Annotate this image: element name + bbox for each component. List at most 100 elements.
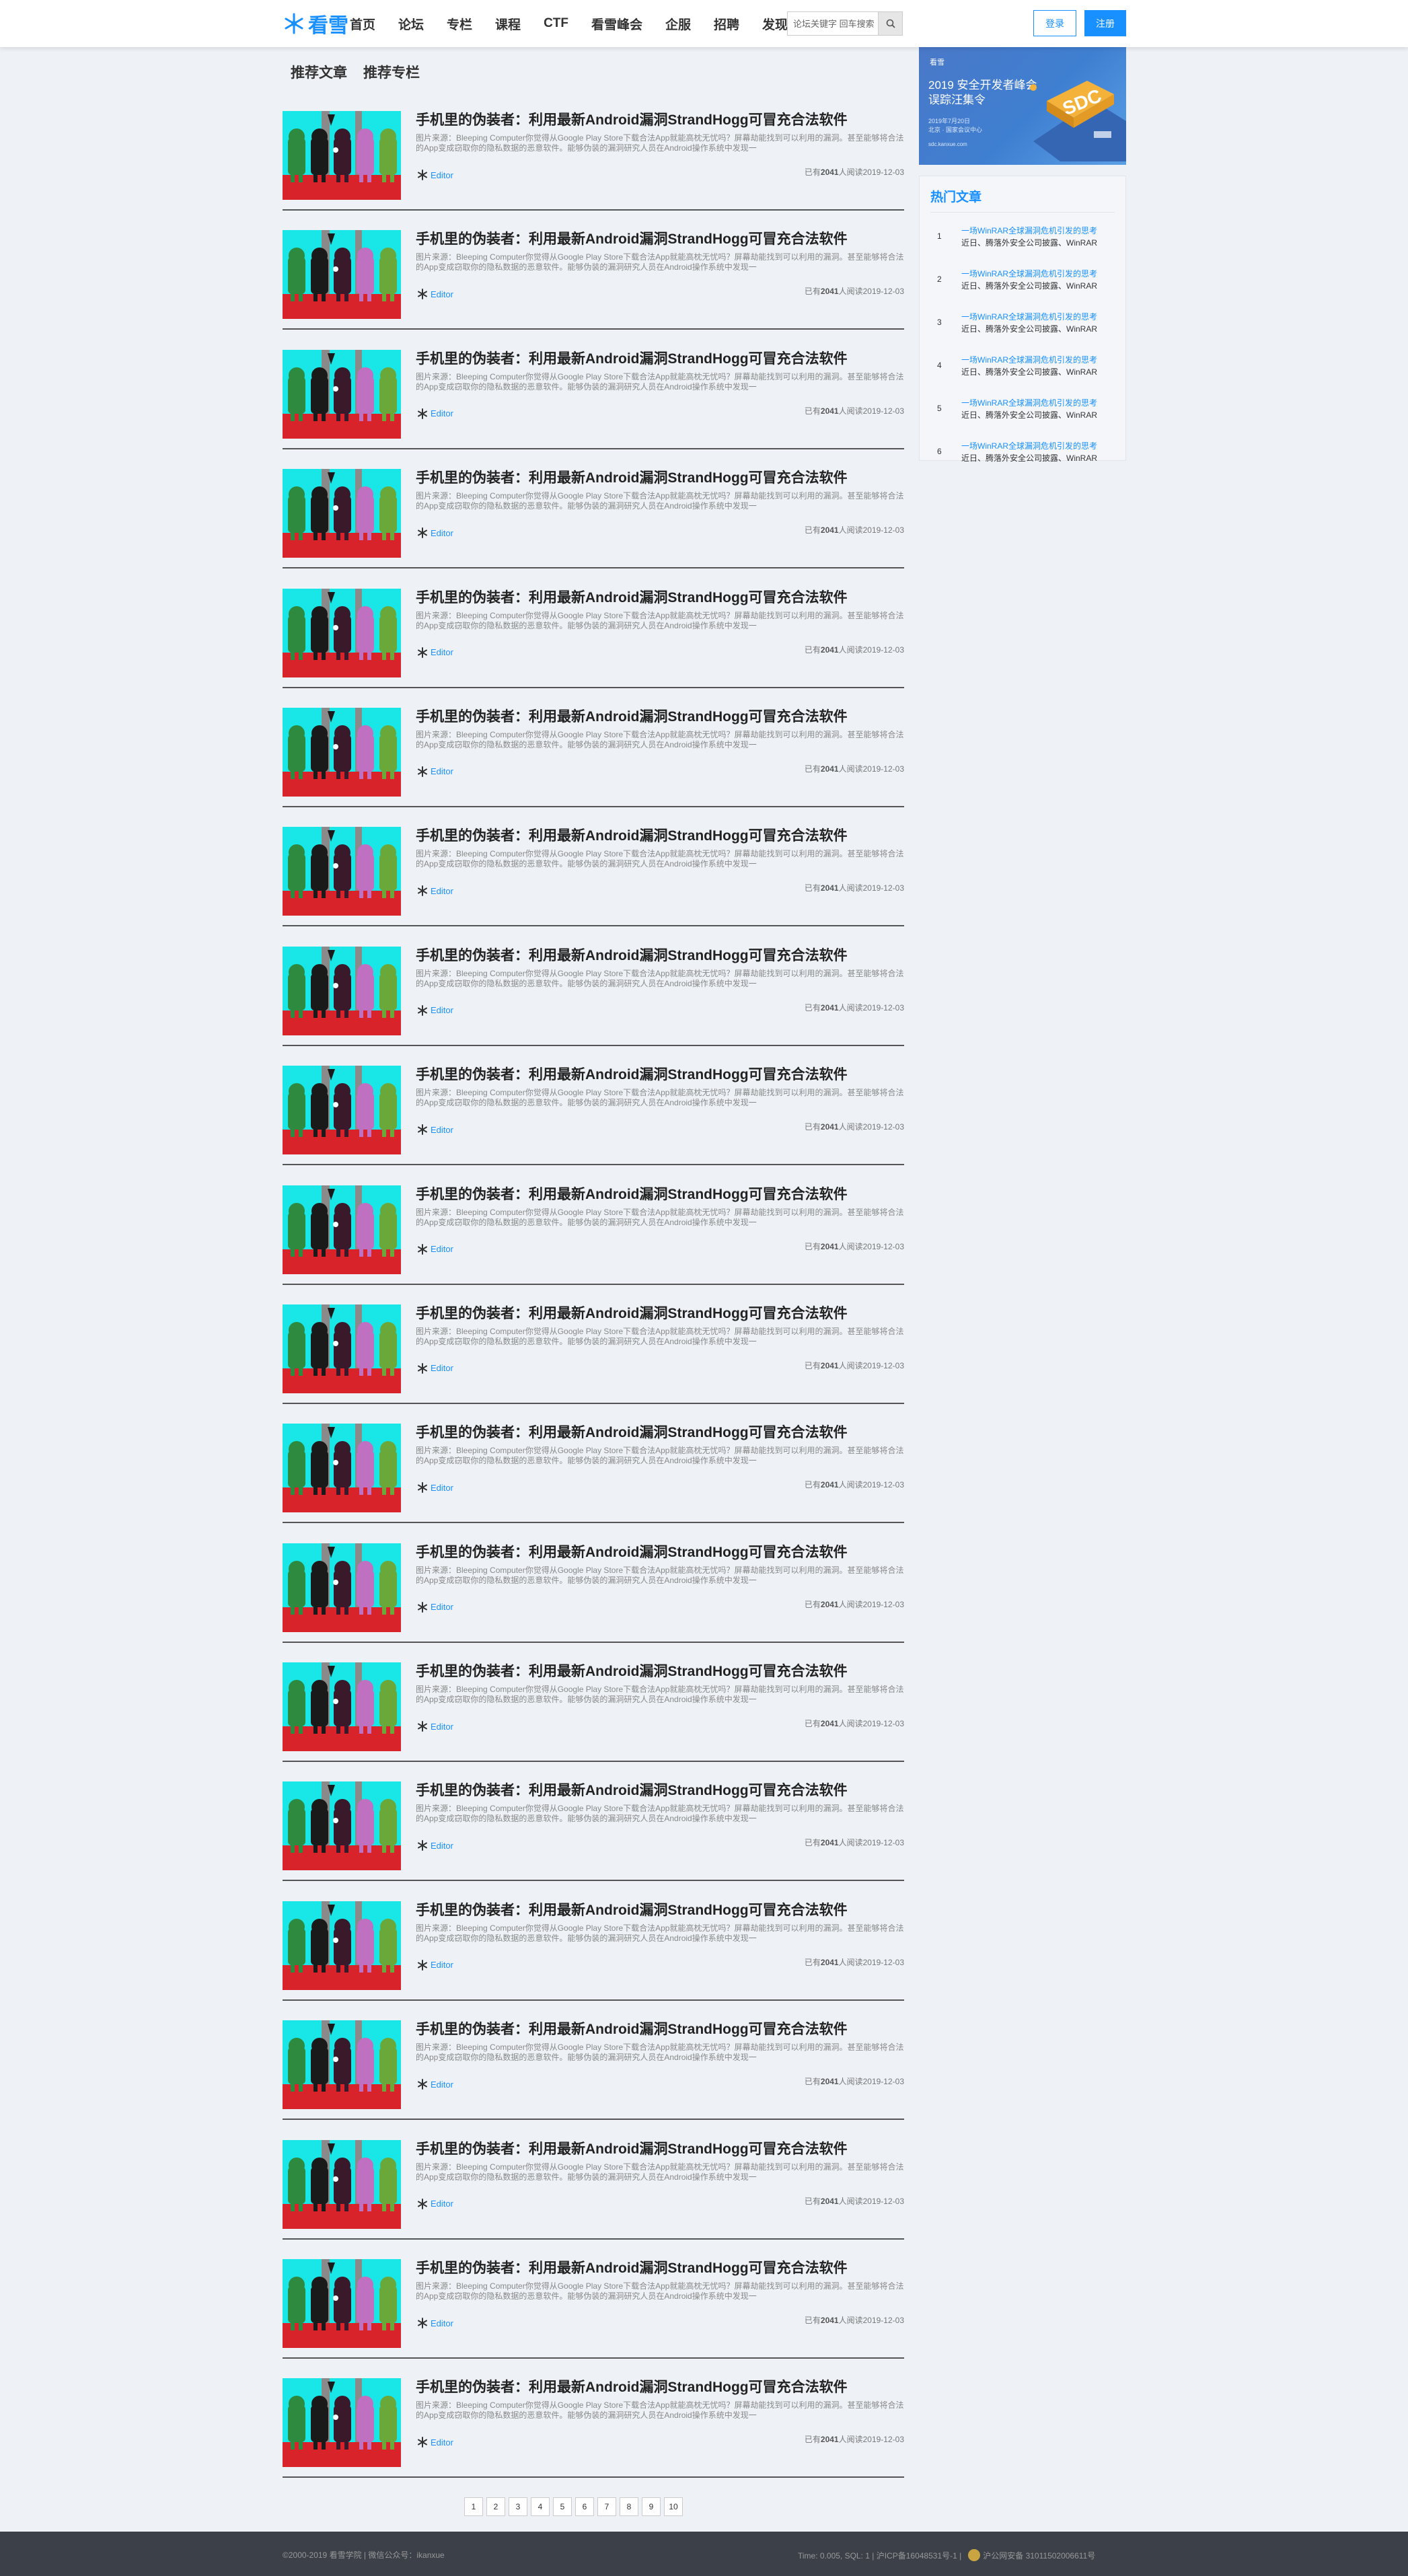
nav-home[interactable]: 首页	[350, 15, 375, 33]
article-author[interactable]: Editor	[417, 2437, 453, 2448]
register-button[interactable]: 注册	[1084, 10, 1126, 36]
article-thumbnail[interactable]	[283, 2259, 401, 2349]
hot-article-rank: 5	[937, 404, 942, 413]
article-author[interactable]: Editor	[417, 2079, 453, 2090]
article-title-link[interactable]: 手机里的伪装者：利用最新Android漏洞StrandHogg可冒充合法软件	[416, 708, 904, 727]
article-author[interactable]: Editor	[417, 1840, 453, 1851]
article-author[interactable]: Editor	[417, 766, 453, 777]
hot-article-link[interactable]: 一场WinRAR全球漏洞危机引发的思考	[961, 440, 1108, 451]
tab-recommended-columns[interactable]: 推荐专栏	[363, 62, 420, 82]
article-title-link[interactable]: 手机里的伪装者：利用最新Android漏洞StrandHogg可冒充合法软件	[416, 2020, 904, 2039]
article-author[interactable]: Editor	[417, 1482, 453, 1494]
article-author[interactable]: Editor	[417, 1362, 453, 1374]
article-thumbnail[interactable]	[283, 707, 401, 797]
article-title-link[interactable]: 手机里的伪装者：利用最新Android漏洞StrandHogg可冒充合法软件	[416, 2259, 904, 2278]
divider	[283, 2357, 904, 2359]
article-author[interactable]: Editor	[417, 2198, 453, 2209]
article-title-link[interactable]: 手机里的伪装者：利用最新Android漏洞StrandHogg可冒充合法软件	[416, 589, 904, 608]
article-author[interactable]: Editor	[417, 1243, 453, 1255]
article-author[interactable]: Editor	[417, 527, 453, 539]
article-thumbnail[interactable]	[283, 349, 401, 439]
article-title-link[interactable]: 手机里的伪装者：利用最新Android漏洞StrandHogg可冒充合法软件	[416, 1901, 904, 1920]
article-thumbnail[interactable]	[283, 469, 401, 558]
article-title-link[interactable]: 手机里的伪装者：利用最新Android漏洞StrandHogg可冒充合法软件	[416, 1424, 904, 1442]
hot-article-link[interactable]: 一场WinRAR全球漏洞危机引发的思考	[961, 397, 1108, 408]
nav-ctf[interactable]: CTF	[544, 16, 568, 31]
nav-summit[interactable]: 看雪峰会	[591, 15, 642, 33]
site-logo[interactable]: 看雪	[283, 11, 348, 37]
article-thumbnail[interactable]	[283, 1185, 401, 1274]
article-title-link[interactable]: 手机里的伪装者：利用最新Android漏洞StrandHogg可冒充合法软件	[416, 111, 904, 130]
search-input[interactable]	[788, 12, 878, 35]
hot-article-link[interactable]: 一场WinRAR全球漏洞危机引发的思考	[961, 354, 1108, 365]
article-title-link[interactable]: 手机里的伪装者：利用最新Android漏洞StrandHogg可冒充合法软件	[416, 1066, 904, 1084]
page-link[interactable]: 4	[531, 2497, 550, 2516]
article-thumbnail[interactable]	[283, 2139, 401, 2229]
article-thumbnail[interactable]	[283, 588, 401, 677]
page-link[interactable]: 5	[553, 2497, 572, 2516]
article-title-link[interactable]: 手机里的伪装者：利用最新Android漏洞StrandHogg可冒充合法软件	[416, 469, 904, 488]
article-thumbnail[interactable]	[283, 1066, 401, 1155]
article-title-link[interactable]: 手机里的伪装者：利用最新Android漏洞StrandHogg可冒充合法软件	[416, 827, 904, 846]
footer-police-record[interactable]: 沪公网安备 31011502006611号	[983, 2550, 1095, 2561]
page-link[interactable]: 6	[575, 2497, 594, 2516]
article-title-link[interactable]: 手机里的伪装者：利用最新Android漏洞StrandHogg可冒充合法软件	[416, 1781, 904, 1800]
article-author[interactable]: Editor	[417, 1004, 453, 1016]
article-thumbnail[interactable]	[283, 946, 401, 1035]
article-author[interactable]: Editor	[417, 885, 453, 897]
article-author[interactable]: Editor	[417, 2318, 453, 2329]
page-link[interactable]: 1	[464, 2497, 483, 2516]
article-thumbnail[interactable]	[283, 230, 401, 320]
article-title-link[interactable]: 手机里的伪装者：利用最新Android漏洞StrandHogg可冒充合法软件	[416, 2378, 904, 2397]
article-thumbnail[interactable]	[283, 111, 401, 200]
footer-icp[interactable]: Time: 0.005, SQL: 1 | 沪ICP备16048531号-1 |	[798, 2550, 961, 2561]
login-button[interactable]: 登录	[1033, 10, 1076, 36]
article-title-link[interactable]: 手机里的伪装者：利用最新Android漏洞StrandHogg可冒充合法软件	[416, 350, 904, 369]
hot-article-link[interactable]: 一场WinRAR全球漏洞危机引发的思考	[961, 268, 1108, 279]
article-thumbnail[interactable]	[283, 1304, 401, 1393]
article-author[interactable]: Editor	[417, 1601, 453, 1613]
article-title-link[interactable]: 手机里的伪装者：利用最新Android漏洞StrandHogg可冒充合法软件	[416, 1185, 904, 1204]
summit-banner[interactable]: 看雪 2019 安全开发者峰会 误踪汪集令 2019年7月20日 北京 · 国家…	[919, 47, 1126, 165]
page-link[interactable]: 9	[642, 2497, 661, 2516]
article-thumbnail[interactable]	[283, 2378, 401, 2468]
nav-enterprise[interactable]: 企服	[665, 15, 691, 33]
article-meta: 已有2041人阅读2019-12-03	[805, 1241, 904, 1252]
hot-article-link[interactable]: 一场WinRAR全球漏洞危机引发的思考	[961, 225, 1108, 236]
article-thumbnail[interactable]	[283, 1424, 401, 1513]
article-author[interactable]: Editor	[417, 1959, 453, 1971]
nav-forum[interactable]: 论坛	[398, 15, 424, 33]
article-thumbnail[interactable]	[283, 1662, 401, 1752]
article-thumbnail[interactable]	[283, 827, 401, 916]
page-link[interactable]: 8	[620, 2497, 638, 2516]
article-author[interactable]: Editor	[417, 1124, 453, 1136]
article-thumbnail[interactable]	[283, 1781, 401, 1871]
article-author[interactable]: Editor	[417, 289, 453, 300]
article-item: 手机里的伪装者：利用最新Android漏洞StrandHogg可冒充合法软件 图片…	[283, 1066, 904, 1185]
page-link[interactable]: 10	[664, 2497, 683, 2516]
article-author[interactable]: Editor	[417, 408, 453, 419]
hot-article-link[interactable]: 一场WinRAR全球漏洞危机引发的思考	[961, 311, 1108, 322]
article-thumbnail[interactable]	[283, 1543, 401, 1632]
article-author[interactable]: Editor	[417, 170, 453, 180]
nav-jobs[interactable]: 招聘	[714, 15, 739, 33]
article-title-link[interactable]: 手机里的伪装者：利用最新Android漏洞StrandHogg可冒充合法软件	[416, 1662, 904, 1681]
article-title-link[interactable]: 手机里的伪装者：利用最新Android漏洞StrandHogg可冒充合法软件	[416, 1543, 904, 1562]
article-author[interactable]: Editor	[417, 647, 453, 658]
article-thumbnail[interactable]	[283, 2020, 401, 2110]
article-title-link[interactable]: 手机里的伪装者：利用最新Android漏洞StrandHogg可冒充合法软件	[416, 2140, 904, 2159]
article-title-link[interactable]: 手机里的伪装者：利用最新Android漏洞StrandHogg可冒充合法软件	[416, 230, 904, 249]
article-title-link[interactable]: 手机里的伪装者：利用最新Android漏洞StrandHogg可冒充合法软件	[416, 947, 904, 965]
search-button[interactable]	[878, 12, 902, 35]
divider	[283, 209, 904, 211]
nav-column[interactable]: 专栏	[447, 15, 472, 33]
tab-recommended-articles[interactable]: 推荐文章	[291, 62, 347, 82]
article-title-link[interactable]: 手机里的伪装者：利用最新Android漏洞StrandHogg可冒充合法软件	[416, 1304, 904, 1323]
readers-prefix: 已有	[804, 2435, 821, 2445]
nav-courses[interactable]: 课程	[495, 15, 521, 33]
article-author[interactable]: Editor	[417, 1721, 453, 1732]
article-thumbnail[interactable]	[283, 1901, 401, 1990]
page-link[interactable]: 2	[486, 2497, 505, 2516]
page-link[interactable]: 3	[509, 2497, 527, 2516]
page-link[interactable]: 7	[597, 2497, 616, 2516]
